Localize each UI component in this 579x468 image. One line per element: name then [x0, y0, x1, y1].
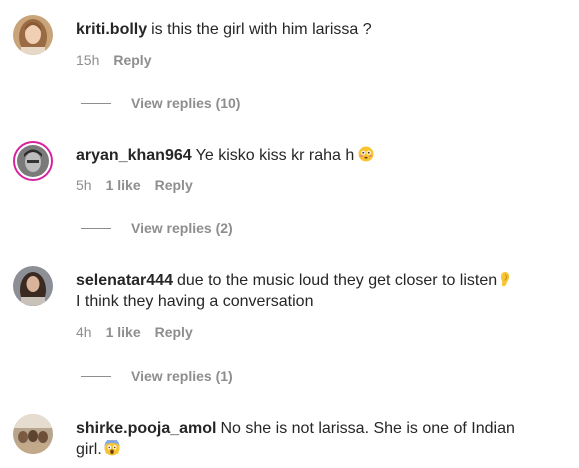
- likes-count[interactable]: 1 like: [106, 177, 141, 193]
- comment-username[interactable]: selenatar444: [76, 272, 173, 289]
- comment-body-line2: I think they having a conversation: [76, 293, 314, 310]
- comment-body: Ye kisko kiss kr raha h: [195, 147, 355, 164]
- comment-text: kriti.bolly is this the girl with him lar…: [76, 19, 571, 40]
- comment-body: No she is not larissa. She is one of Ind…: [220, 420, 515, 437]
- avatar-image: [13, 266, 53, 306]
- avatar[interactable]: [13, 15, 53, 55]
- comment-timestamp[interactable]: 4h: [76, 324, 92, 340]
- avatar-image: [13, 414, 53, 454]
- avatar[interactable]: [13, 414, 53, 454]
- replies-divider-line: [81, 228, 111, 229]
- comment-timestamp[interactable]: 5h: [76, 177, 92, 193]
- comment-text: selenatar444 due to the music loud they g…: [76, 270, 571, 312]
- ear-icon: [501, 272, 510, 287]
- comment-body-line2: girl.: [76, 441, 102, 458]
- comment-meta: 4h 1 like Reply: [76, 323, 207, 341]
- likes-count[interactable]: 1 like: [106, 324, 141, 340]
- comment-timestamp[interactable]: 15h: [76, 52, 99, 68]
- comment-username[interactable]: kriti.bolly: [76, 21, 147, 38]
- comment-username[interactable]: aryan_khan964: [76, 147, 192, 164]
- avatar-image: [13, 15, 53, 55]
- avatar-image: [17, 145, 49, 177]
- view-replies-button[interactable]: View replies (10): [81, 94, 240, 112]
- comment-meta: 5h 1 like Reply: [76, 176, 207, 194]
- comment-meta: 15h Reply: [76, 51, 165, 69]
- replies-divider-line: [81, 103, 111, 104]
- avatar[interactable]: [13, 266, 53, 306]
- reply-button[interactable]: Reply: [155, 177, 193, 193]
- view-replies-label: View replies (10): [131, 95, 241, 111]
- view-replies-button[interactable]: View replies (2): [81, 219, 233, 237]
- comment-username[interactable]: shirke.pooja_amol: [76, 420, 217, 437]
- view-replies-label: View replies (1): [131, 368, 233, 384]
- comment-body: is this the girl with him larissa ?: [151, 21, 372, 38]
- replies-divider-line: [81, 376, 111, 377]
- avatar[interactable]: [13, 141, 53, 181]
- flushed-face-icon: [358, 146, 374, 162]
- comment-body: due to the music loud they get closer to…: [176, 272, 498, 289]
- comment-text: shirke.pooja_amol No she is not larissa. …: [76, 418, 571, 460]
- reply-button[interactable]: Reply: [155, 324, 193, 340]
- face-screaming-icon: [104, 440, 120, 456]
- view-replies-button[interactable]: View replies (1): [81, 367, 233, 385]
- comment-text: aryan_khan964 Ye kisko kiss kr raha h: [76, 145, 571, 166]
- view-replies-label: View replies (2): [131, 220, 233, 236]
- reply-button[interactable]: Reply: [113, 52, 151, 68]
